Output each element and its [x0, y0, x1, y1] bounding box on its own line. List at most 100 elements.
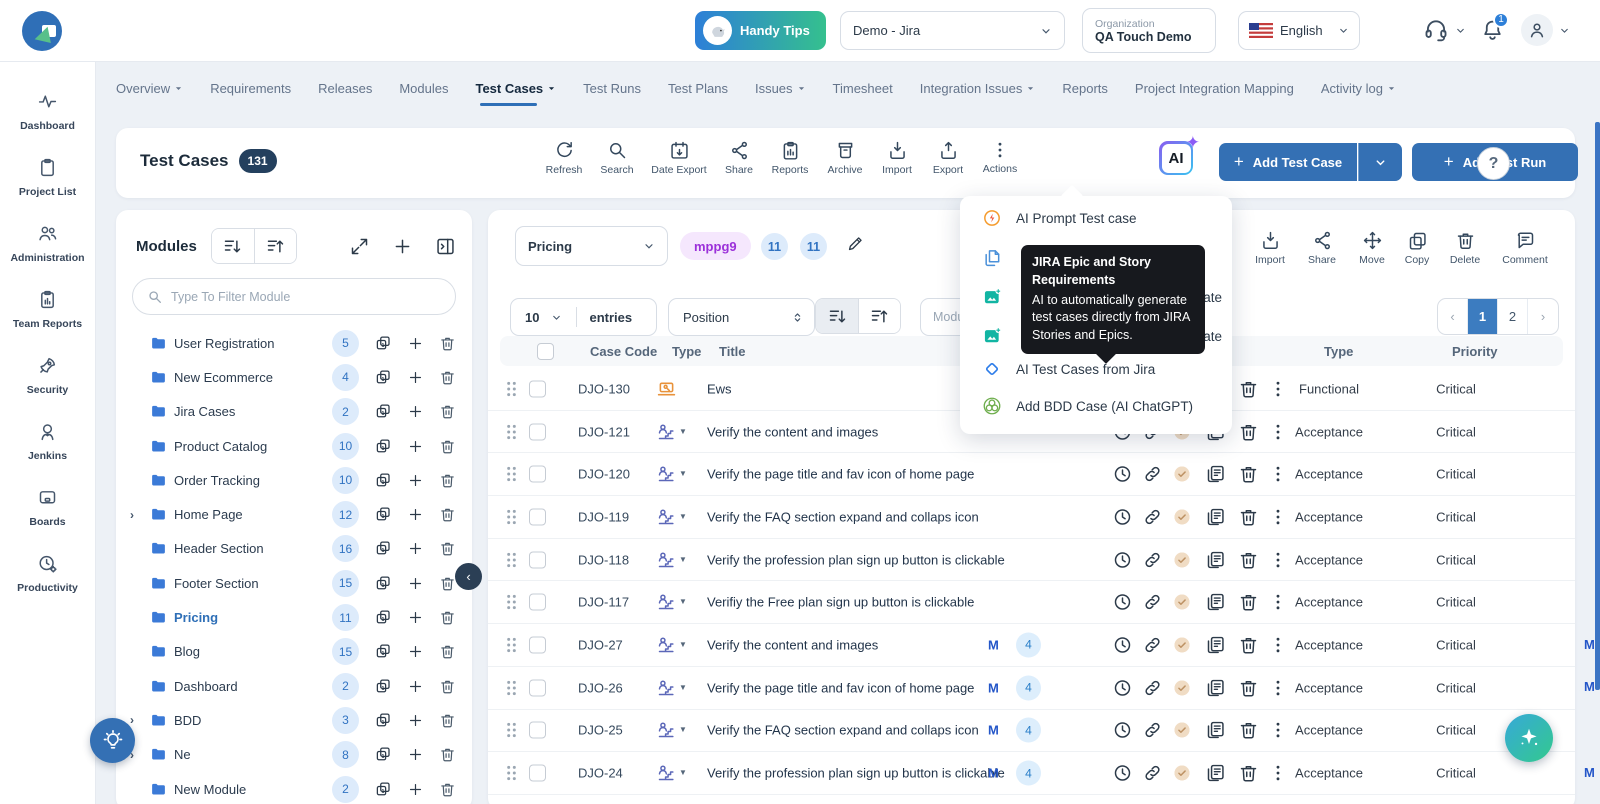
tab-timesheet[interactable]: Timesheet: [833, 62, 893, 112]
tab-test-plans[interactable]: Test Plans: [668, 62, 728, 112]
vertical-scrollbar[interactable]: [1595, 122, 1600, 690]
case-sort-asc-button[interactable]: [858, 299, 900, 333]
add-submodule-icon[interactable]: [407, 712, 424, 729]
delete-case-icon[interactable]: [1238, 763, 1259, 784]
collapse-modules-button[interactable]: ‹: [455, 563, 482, 590]
test-case-row-djo-118[interactable]: DJO-118 ▼ Verify the profession plan sig…: [488, 539, 1575, 582]
test-steps-icon[interactable]: [1205, 464, 1226, 485]
row-kebab-icon[interactable]: [1268, 678, 1288, 698]
module-row-jira-cases[interactable]: Jira Cases 2 1: [116, 395, 472, 429]
case-title[interactable]: Verify the profession plan sign up butto…: [707, 552, 1005, 567]
expand-chevron-icon[interactable]: ›: [130, 508, 150, 522]
test-steps-icon[interactable]: [1205, 677, 1226, 698]
row-checkbox[interactable]: [529, 423, 546, 441]
module-row-home-page[interactable]: › Home Page 12 1: [116, 497, 472, 531]
help-button[interactable]: ?: [1477, 147, 1510, 180]
test-steps-icon[interactable]: [1205, 549, 1226, 570]
ai-menu-item-ai-test-cases-from-jira[interactable]: AI Test Cases from Jira: [960, 352, 1232, 386]
approved-check-icon[interactable]: [1172, 763, 1192, 783]
delete-module-icon[interactable]: [439, 438, 456, 455]
link-icon[interactable]: [1142, 549, 1163, 570]
row-checkbox[interactable]: [529, 764, 546, 782]
module-row-new-ecommerce[interactable]: New Ecommerce 4 1: [116, 360, 472, 394]
case-title[interactable]: Verify the page title and fav icon of ho…: [707, 467, 974, 482]
row-checkbox[interactable]: [529, 636, 546, 654]
duplicate-module-icon[interactable]: 1: [374, 334, 392, 352]
duplicate-module-icon[interactable]: 1: [374, 711, 392, 729]
tab-reports[interactable]: Reports: [1062, 62, 1108, 112]
delete-module-icon[interactable]: [439, 540, 456, 557]
link-icon[interactable]: [1142, 592, 1163, 613]
history-clock-icon[interactable]: [1112, 506, 1133, 527]
drag-handle[interactable]: [504, 465, 519, 484]
add-test-case-button[interactable]: + Add Test Case: [1219, 143, 1357, 181]
edit-module-icon[interactable]: [846, 234, 865, 253]
row-kebab-icon[interactable]: [1268, 422, 1288, 442]
module-row-order-tracking[interactable]: Order Tracking 10 1: [116, 463, 472, 497]
pagination-page-1[interactable]: 1: [1468, 299, 1498, 334]
drag-handle[interactable]: [504, 593, 519, 612]
sidebar-item-project-list[interactable]: Project List: [19, 154, 76, 198]
expand-chevron-icon[interactable]: ›: [130, 713, 150, 727]
row-kebab-icon[interactable]: [1268, 464, 1288, 484]
history-clock-icon[interactable]: [1112, 763, 1133, 784]
test-steps-icon[interactable]: [1205, 506, 1226, 527]
chevron-down-icon[interactable]: [1455, 25, 1466, 36]
history-clock-icon[interactable]: [1112, 549, 1133, 570]
module-row-blog[interactable]: Blog 15 1: [116, 635, 472, 669]
language-select[interactable]: English: [1238, 11, 1360, 50]
delete-case-icon[interactable]: [1238, 464, 1259, 485]
person-type-icon[interactable]: ▼: [656, 763, 687, 783]
add-submodule-icon[interactable]: [407, 678, 424, 695]
delete-module-icon[interactable]: [439, 575, 456, 592]
module-row-dashboard[interactable]: Dashboard 2 1: [116, 669, 472, 703]
handy-tips-button[interactable]: Handy Tips: [695, 11, 826, 50]
duplicate-module-icon[interactable]: 1: [374, 677, 392, 695]
delete-case-icon[interactable]: [1238, 720, 1259, 741]
delete-case-icon[interactable]: [1238, 378, 1259, 399]
duplicate-module-icon[interactable]: 1: [374, 437, 392, 455]
drag-handle[interactable]: [504, 764, 519, 783]
row-kebab-icon[interactable]: [1268, 592, 1288, 612]
row-kebab-icon[interactable]: [1268, 379, 1288, 399]
row-checkbox[interactable]: [529, 551, 546, 569]
delete-case-icon[interactable]: [1238, 506, 1259, 527]
add-submodule-icon[interactable]: [407, 369, 424, 386]
test-case-row-djo-117[interactable]: DJO-117 ▼ Verifiy the Free plan sign up …: [488, 581, 1575, 625]
approved-check-icon[interactable]: [1172, 550, 1192, 570]
add-submodule-icon[interactable]: [407, 540, 424, 557]
ai-menu-item-add-bdd-case-ai-chatgpt[interactable]: Add BDD Case (AI ChatGPT): [960, 389, 1232, 423]
delete-case-icon[interactable]: [1238, 549, 1259, 570]
module-row-ne[interactable]: › Ne 8 1: [116, 738, 472, 772]
add-submodule-icon[interactable]: [407, 575, 424, 592]
delete-case-icon[interactable]: [1238, 592, 1259, 613]
delete-case-icon[interactable]: [1238, 634, 1259, 655]
approved-check-icon[interactable]: [1172, 635, 1192, 655]
tab-project-integration-mapping[interactable]: Project Integration Mapping: [1135, 62, 1294, 112]
delete-case-icon[interactable]: [1238, 677, 1259, 698]
pagination-next[interactable]: ›: [1528, 299, 1558, 334]
test-case-row-djo-119[interactable]: DJO-119 ▼ Verify the FAQ section expand …: [488, 496, 1575, 539]
row-checkbox[interactable]: [529, 721, 546, 739]
duplicate-module-icon[interactable]: 1: [374, 746, 392, 764]
history-clock-icon[interactable]: [1112, 464, 1133, 485]
module-select[interactable]: Pricing: [515, 226, 668, 266]
row-kebab-icon[interactable]: [1268, 720, 1288, 740]
row-kebab-icon[interactable]: [1268, 507, 1288, 527]
case-title[interactable]: Verify the FAQ section expand and collap…: [707, 509, 979, 524]
help-tips-floating-button[interactable]: [90, 718, 135, 763]
person-type-icon[interactable]: ▼: [656, 592, 687, 612]
toolbar-actions-button[interactable]: Actions: [967, 140, 1033, 175]
delete-module-icon[interactable]: [439, 643, 456, 660]
drag-handle[interactable]: [504, 721, 519, 740]
module-row-bdd[interactable]: › BDD 3 1: [116, 703, 472, 737]
module-row-user-registration[interactable]: User Registration 5 1: [116, 326, 472, 360]
collapse-panel-icon[interactable]: [435, 236, 456, 257]
delete-module-icon[interactable]: [439, 472, 456, 489]
bulk-delete-button[interactable]: Delete: [1435, 230, 1495, 266]
tab-releases[interactable]: Releases: [318, 62, 372, 112]
toolbar-date-export-button[interactable]: Date Export: [646, 140, 712, 176]
test-case-row-djo-24[interactable]: DJO-24 ▼ Verify the profession plan sign…: [488, 752, 1575, 795]
expand-chevron-icon[interactable]: ›: [130, 748, 150, 762]
bulk-comment-button[interactable]: Comment: [1495, 230, 1555, 266]
